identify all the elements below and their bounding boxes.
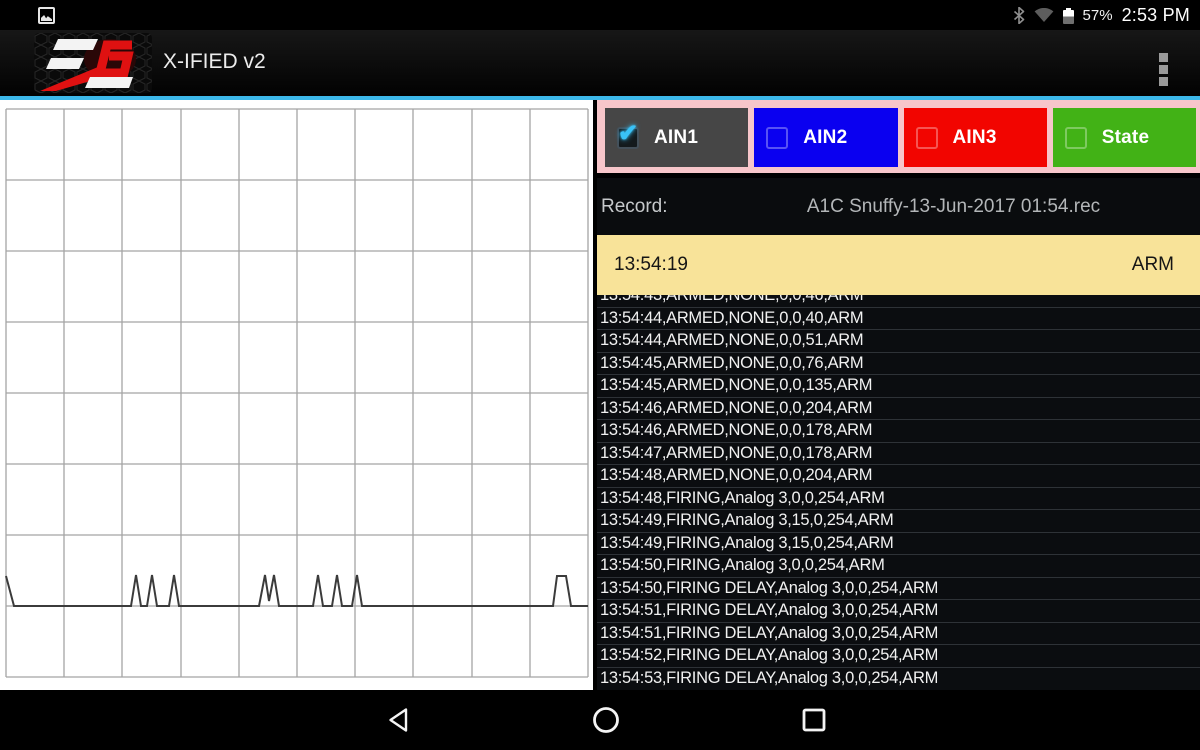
recents-button[interactable] [784,690,844,750]
signal-chart[interactable] [0,100,593,690]
back-icon [388,707,410,733]
checkbox-ain3: ✔ [916,127,938,149]
app-title: X-IFIED v2 [163,50,266,74]
log-row[interactable]: 13:54:49,FIRING,Analog 3,15,0,254,ARM [597,509,1200,532]
log-row[interactable]: 13:54:45,ARMED,NONE,0,0,76,ARM [597,352,1200,375]
log-row[interactable]: 13:54:46,ARMED,NONE,0,0,204,ARM [597,397,1200,420]
app-bar: X-IFIED v2 [0,30,1200,96]
status-clock: 2:53 PM [1122,5,1190,26]
status-bar: 57% 2:53 PM [0,0,1200,30]
log-row[interactable]: 13:54:51,FIRING DELAY,Analog 3,0,0,254,A… [597,622,1200,645]
playback-status-row: 13:54:19 ARM [597,235,1200,295]
log-row[interactable]: 13:54:47,ARMED,NONE,0,0,178,ARM [597,442,1200,465]
screen: 57% 2:53 PM X-IFIED v2 [0,0,1200,750]
signal-plot-svg [0,100,593,690]
log-row[interactable]: 13:54:45,ARMED,NONE,0,0,135,ARM [597,374,1200,397]
log-row[interactable]: 13:54:48,ARMED,NONE,0,0,204,ARM [597,464,1200,487]
home-button[interactable] [576,690,636,750]
log-row[interactable]: 13:54:50,FIRING DELAY,Analog 3,0,0,254,A… [597,577,1200,600]
overflow-menu-icon[interactable] [1159,53,1168,86]
screenshot-notification-icon [38,7,55,24]
checkbox-ain1: ✔ [617,127,639,149]
log-row[interactable]: 13:54:51,FIRING DELAY,Analog 3,0,0,254,A… [597,599,1200,622]
log-list[interactable]: 13:54:43,ARMED,NONE,0,0,46,ARM 13:54:44,… [597,295,1200,690]
playback-time: 13:54:19 [614,254,688,276]
channel-label: AIN1 [654,127,698,149]
status-icons: 57% 2:53 PM [1013,0,1190,30]
log-row[interactable]: 13:54:53,FIRING DELAY,Analog 3,0,0,254,A… [597,667,1200,690]
log-row[interactable]: 13:54:50,FIRING,Analog 3,0,0,254,ARM [597,554,1200,577]
log-row[interactable]: 13:54:49,FIRING,Analog 3,15,0,254,ARM [597,532,1200,555]
android-nav-bar [0,690,1200,750]
log-row[interactable]: 13:54:43,ARMED,NONE,0,0,46,ARM [597,295,1200,307]
channel-label: AIN3 [953,127,997,149]
record-label: Record: [601,196,668,218]
battery-percent: 57% [1083,7,1113,24]
channel-tile-ain1[interactable]: ✔ AIN1 [605,108,748,167]
log-row[interactable]: 13:54:44,ARMED,NONE,0,0,40,ARM [597,307,1200,330]
checkbox-state: ✔ [1065,127,1087,149]
back-button[interactable] [369,690,429,750]
wifi-icon [1034,8,1054,23]
channel-tile-ain2[interactable]: ✔ AIN2 [754,108,897,167]
channel-label: AIN2 [803,127,847,149]
channel-tile-state[interactable]: ✔ State [1053,108,1196,167]
right-panel: ✔ AIN1 ✔ AIN2 ✔ AIN3 ✔ State Record: A1C… [597,100,1200,690]
log-row[interactable]: 13:54:44,ARMED,NONE,0,0,51,ARM [597,329,1200,352]
app-logo [34,33,152,93]
home-icon [592,706,620,734]
battery-icon [1063,8,1074,24]
channel-tile-ain3[interactable]: ✔ AIN3 [904,108,1047,167]
checkmark-icon: ✔ [618,119,638,148]
log-row[interactable]: 13:54:52,FIRING DELAY,Analog 3,0,0,254,A… [597,644,1200,667]
record-filename: A1C Snuffy-13-Jun-2017 01:54.rec [807,196,1100,218]
channel-label: State [1102,127,1149,149]
channel-checkbox-strip: ✔ AIN1 ✔ AIN2 ✔ AIN3 ✔ State [597,100,1200,173]
playback-state: ARM [1132,254,1174,276]
bluetooth-icon [1013,7,1025,24]
log-row[interactable]: 13:54:46,ARMED,NONE,0,0,178,ARM [597,419,1200,442]
record-bar[interactable]: Record: A1C Snuffy-13-Jun-2017 01:54.rec [597,178,1200,235]
checkbox-ain2: ✔ [766,127,788,149]
log-row[interactable]: 13:54:48,FIRING,Analog 3,0,0,254,ARM [597,487,1200,510]
recents-icon [802,708,826,732]
